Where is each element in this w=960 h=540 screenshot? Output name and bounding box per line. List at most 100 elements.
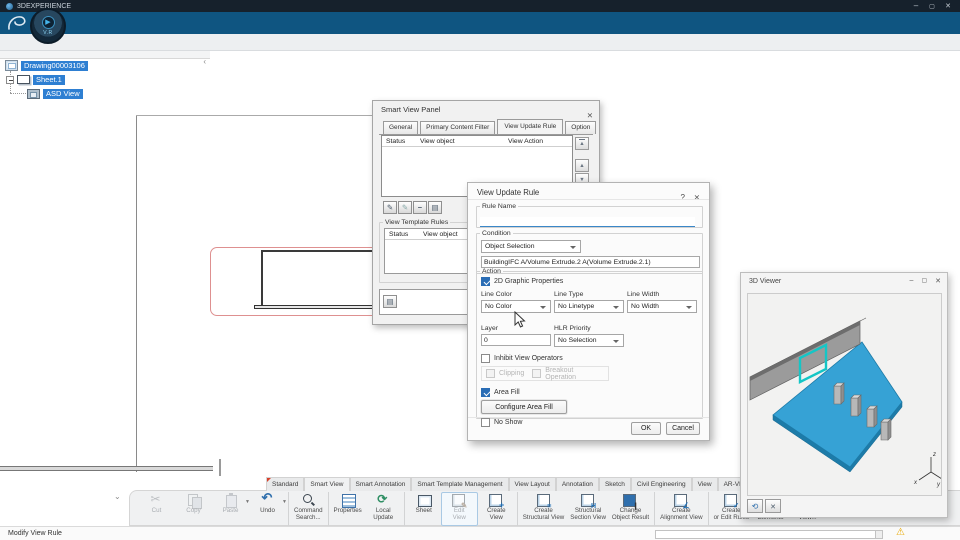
ribbon-tool[interactable]: ▼ Command Search... <box>288 492 326 526</box>
undo-icon <box>260 490 276 508</box>
ribbon-tool[interactable]: ▼ Copy <box>175 492 212 526</box>
ribbon-tool[interactable]: ▼ Change Object Result <box>609 492 652 526</box>
move-up-button[interactable] <box>575 159 589 172</box>
template-tool-button[interactable] <box>383 295 397 308</box>
graphic-properties-checkbox[interactable]: 2D Graphic Properties <box>481 277 563 286</box>
ribbon-tool[interactable]: ▼ Undo <box>249 490 287 526</box>
ribbon-tool[interactable]: ▼ Create Structural View <box>516 492 568 526</box>
ribbon-tool[interactable]: ▼ Sheet <box>403 492 441 526</box>
ribbon-tool[interactable]: ▼ Local Update <box>365 492 402 526</box>
compass-icon[interactable]: V.R <box>30 8 66 44</box>
ribbon-tool[interactable]: ▼ Edit View <box>440 492 478 526</box>
cancel-button[interactable]: Cancel <box>666 422 700 435</box>
tree-node-label[interactable]: Drawing00003106 <box>21 60 88 71</box>
ribbon-tool-label: Command Search... <box>294 507 323 521</box>
3d-scene[interactable]: z x y <box>747 293 943 496</box>
line-width-label: Line Width <box>627 291 660 298</box>
checkbox-icon[interactable] <box>481 354 490 363</box>
configure-area-fill-button[interactable]: Configure Area Fill <box>481 400 567 414</box>
no-show-label: No Show <box>494 419 523 426</box>
line-type-select[interactable]: No Linetype <box>554 300 624 313</box>
ribbon-tab[interactable]: Smart Annotation <box>349 477 412 491</box>
hlr-priority-select[interactable]: No Selection <box>554 334 624 347</box>
ribbon-tool[interactable]: ▼ Properties <box>327 492 365 526</box>
minimize-icon[interactable]: – <box>910 277 914 285</box>
paste-icon <box>223 493 239 508</box>
condition-value-input[interactable] <box>481 256 700 268</box>
status-bar: Modify View Rule <box>0 526 960 540</box>
ribbon-tool-label: Sheet <box>415 507 432 514</box>
tree-panel-collapse-bar[interactable] <box>0 51 210 59</box>
axis-triad-icon <box>918 457 943 481</box>
ribbon-tool[interactable]: ▼ Paste <box>212 492 250 526</box>
play-icon <box>41 16 55 29</box>
ribbon-tools: ▼ Cut ▼ Copy ▼ Paste ▼ <box>138 490 826 526</box>
action-group: Action 2D Graphic Properties Line Color … <box>476 268 703 427</box>
checkbox-icon[interactable] <box>481 418 490 427</box>
ribbon-tool-label: Edit View <box>452 507 466 521</box>
delete-rule-button[interactable] <box>413 201 427 214</box>
rule-name-input[interactable] <box>480 217 695 227</box>
ribbon-tool[interactable]: ▼ Create View <box>478 492 515 526</box>
ribbon-tool-label: Create Alignment View <box>660 507 703 521</box>
maximize-button[interactable] <box>924 0 940 13</box>
ribbon-tab[interactable]: Standard <box>266 477 305 491</box>
inhibit-view-operators-checkbox[interactable]: Inhibit View Operators <box>481 354 563 363</box>
condition-type-select[interactable]: Object Selection <box>481 240 581 253</box>
minimize-button[interactable] <box>908 0 924 12</box>
tree-connector <box>10 93 26 94</box>
tree-node-asd-view[interactable]: ASD View <box>27 88 83 99</box>
panel-tab[interactable]: Option <box>565 121 597 134</box>
no-show-checkbox[interactable]: No Show <box>481 418 522 427</box>
create-rule-button[interactable] <box>383 201 397 214</box>
panel-tabs: General Primary Content Filter View Upda… <box>383 119 598 134</box>
collapse-ribbon-icon[interactable] <box>114 492 126 502</box>
ok-button[interactable]: OK <box>631 422 661 435</box>
properties-icon <box>340 493 356 508</box>
area-fill-checkbox[interactable]: Area Fill <box>481 388 520 397</box>
checkbox-icon[interactable] <box>481 388 490 397</box>
spinner-icon[interactable] <box>875 531 882 538</box>
mouse-cursor <box>514 311 526 328</box>
list-rules-button[interactable] <box>428 201 442 214</box>
ribbon-tab[interactable]: Sketch <box>598 477 631 491</box>
tree-node-label[interactable]: ASD View <box>43 88 83 99</box>
line-width-select[interactable]: No Width <box>627 300 697 313</box>
panel-tab[interactable]: View Update Rule <box>497 119 564 134</box>
inhibit-label: Inhibit View Operators <box>494 355 563 362</box>
command-prompt-input[interactable] <box>655 530 883 539</box>
close-icon[interactable]: ✕ <box>935 277 941 285</box>
svg-text:z: z <box>932 452 936 458</box>
fit-all-in-button[interactable] <box>765 499 781 513</box>
ribbon-tab[interactable]: Annotation <box>555 477 599 491</box>
ribbon-tab[interactable]: Smart Template Management <box>411 477 509 491</box>
tree-node-label[interactable]: Sheet.1 <box>33 74 65 85</box>
dropdown-caret-icon[interactable]: ▼ <box>282 499 287 505</box>
checkbox-icon[interactable] <box>481 277 490 286</box>
warning-icon[interactable] <box>896 527 905 538</box>
panel-tab[interactable]: Primary Content Filter <box>420 121 496 134</box>
clipping-label: Clipping <box>499 370 525 377</box>
ribbon-tool[interactable]: ▼ Cut <box>138 492 175 526</box>
tree-node-sheet[interactable]: Sheet.1 <box>6 74 65 85</box>
3d-viewer-window: 3D Viewer – ▢ ✕ z x y ⟲ ✕ <box>740 272 948 518</box>
maximize-icon[interactable]: ▢ <box>921 277 927 285</box>
modify-rule-button[interactable] <box>398 201 412 214</box>
layer-input[interactable] <box>481 334 551 346</box>
drawing-geometry-line[interactable] <box>261 250 263 307</box>
drawing-geometry-slab[interactable] <box>0 466 213 471</box>
dialog-title: 3D Viewer <box>749 278 782 285</box>
ribbon-tab[interactable]: Civil Engineering <box>630 477 692 491</box>
ribbon-tab[interactable]: Smart View <box>304 477 350 491</box>
panel-tab[interactable]: General <box>383 121 419 134</box>
ribbon-tool[interactable]: ▼ Structural Section View <box>567 492 609 526</box>
tree-node-drawing[interactable]: Drawing00003106 <box>5 60 88 71</box>
close-button[interactable] <box>940 0 956 13</box>
ribbon-tab[interactable]: View Layout <box>508 477 556 491</box>
ribbon-tab[interactable]: View <box>691 477 718 491</box>
update-3d-view-button[interactable] <box>747 499 763 513</box>
move-to-top-button[interactable] <box>575 137 589 150</box>
status-message: Modify View Rule <box>8 530 62 537</box>
ribbon-tool[interactable]: ▼ Create Alignment View <box>654 492 706 526</box>
create-or-edit-rules-icon <box>723 493 739 510</box>
